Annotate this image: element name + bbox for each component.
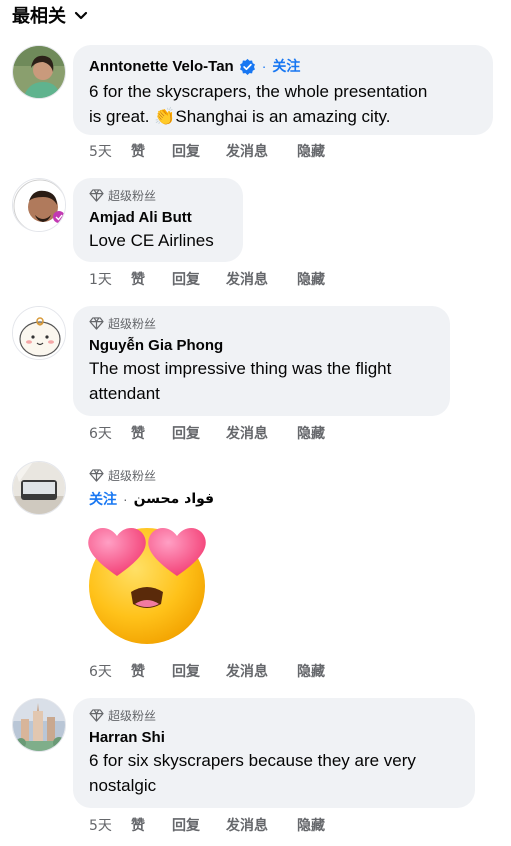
top-fan-badge: 超级粉丝	[89, 186, 227, 204]
comment-text-line: 6 for six skyscrapers because they are v…	[89, 751, 416, 770]
sort-label: 最相关	[12, 6, 66, 27]
message-button[interactable]: 发消息	[226, 423, 297, 443]
comment-actions: 5天 赞 回复 发消息 隐藏	[89, 815, 325, 835]
diamond-icon	[89, 468, 104, 482]
comment-text-line: attendant	[89, 384, 160, 403]
avatar[interactable]	[12, 178, 66, 232]
sort-dropdown[interactable]: 最相关	[12, 2, 88, 28]
timestamp[interactable]: 5天	[89, 815, 131, 835]
hide-button[interactable]: 隐藏	[297, 815, 325, 835]
like-button[interactable]: 赞	[131, 269, 172, 289]
message-button[interactable]: 发消息	[226, 141, 297, 161]
top-fan-badge: 超级粉丝	[89, 466, 214, 484]
comment-bubble: Anntonette Velo-Tan · 关注 6 for the skysc…	[73, 45, 493, 135]
reply-button[interactable]: 回复	[172, 661, 226, 681]
comment-text-fragment: Shanghai is an amazing city.	[175, 107, 391, 126]
commenter-name[interactable]: Nguyễn Gia Phong	[89, 337, 223, 354]
comment-text-line: 6 for the skyscrapers, the whole present…	[89, 82, 428, 101]
message-button[interactable]: 发消息	[226, 815, 297, 835]
comment-text-line: nostalgic	[89, 776, 157, 795]
hide-button[interactable]: 隐藏	[297, 661, 325, 681]
badge-label: 超级粉丝	[108, 468, 157, 483]
avatar[interactable]	[12, 461, 66, 515]
avatar[interactable]	[12, 45, 66, 99]
top-fan-badge: 超级粉丝	[89, 706, 459, 724]
comment-text: 6 for the skyscrapers, the whole present…	[89, 79, 477, 129]
badge-label: 超级粉丝	[108, 188, 157, 203]
top-fan-badge: 超级粉丝	[89, 314, 434, 332]
comment-bubble: 超级粉丝 Harran Shi 6 for six skyscrapers be…	[73, 698, 475, 808]
hide-button[interactable]: 隐藏	[297, 141, 325, 161]
avatar[interactable]	[12, 698, 66, 752]
timestamp[interactable]: 6天	[89, 423, 131, 443]
hide-button[interactable]: 隐藏	[297, 423, 325, 443]
comment-actions: 5天 赞 回复 发消息 隐藏	[89, 141, 325, 161]
commenter-name[interactable]: فواد محسن	[134, 491, 214, 507]
message-button[interactable]: 发消息	[226, 661, 297, 681]
comment-text: The most impressive thing was the flight…	[89, 356, 434, 406]
comment-bubble: 超级粉丝 Nguyễn Gia Phong The most impressiv…	[73, 306, 450, 416]
diamond-icon	[89, 708, 104, 722]
chevron-down-icon	[74, 11, 88, 20]
reply-button[interactable]: 回复	[172, 141, 226, 161]
reply-button[interactable]: 回复	[172, 423, 226, 443]
message-button[interactable]: 发消息	[226, 269, 297, 289]
timestamp[interactable]: 1天	[89, 269, 131, 289]
badge-label: 超级粉丝	[108, 708, 157, 723]
commenter-name[interactable]: Harran Shi	[89, 729, 165, 746]
follow-button[interactable]: 关注	[272, 56, 300, 76]
separator-dot: ·	[123, 491, 128, 507]
comment-text: Love CE Airlines	[89, 231, 214, 250]
comment-text-line: The most impressive thing was the flight	[89, 359, 392, 378]
comment-text-line: is great. 👏Shanghai is an amazing city.	[89, 104, 477, 129]
comment-actions: 6天 赞 回复 发消息 隐藏	[89, 423, 325, 443]
comment-bubble: 超级粉丝 Amjad Ali Butt Love CE Airlines	[73, 178, 243, 262]
follow-button[interactable]: 关注	[89, 489, 117, 509]
like-button[interactable]: 赞	[131, 423, 172, 443]
verified-badge-icon	[239, 58, 255, 75]
heart-eyes-emoji	[83, 520, 211, 648]
like-button[interactable]: 赞	[131, 815, 172, 835]
separator-dot: ·	[261, 58, 267, 74]
clapping-hands-emoji: 👏	[154, 107, 176, 126]
avatar[interactable]	[12, 306, 66, 360]
badge-label: 超级粉丝	[108, 316, 157, 331]
comment-actions: 6天 赞 回复 发消息 隐藏	[89, 661, 325, 681]
like-button[interactable]: 赞	[131, 141, 172, 161]
timestamp[interactable]: 6天	[89, 661, 131, 681]
comment-text-fragment: is great.	[89, 107, 155, 126]
diamond-icon	[89, 316, 104, 330]
comment-text: 6 for six skyscrapers because they are v…	[89, 748, 459, 798]
commenter-name[interactable]: Anntonette Velo-Tan	[89, 58, 234, 75]
commenter-name[interactable]: Amjad Ali Butt	[89, 209, 192, 226]
comment-header: 超级粉丝 关注 · فواد محسن	[89, 466, 214, 510]
like-button[interactable]: 赞	[131, 661, 172, 681]
hide-button[interactable]: 隐藏	[297, 269, 325, 289]
comment-actions: 1天 赞 回复 发消息 隐藏	[89, 269, 325, 289]
diamond-icon	[89, 188, 104, 202]
reply-button[interactable]: 回复	[172, 815, 226, 835]
reply-button[interactable]: 回复	[172, 269, 226, 289]
timestamp[interactable]: 5天	[89, 141, 131, 161]
